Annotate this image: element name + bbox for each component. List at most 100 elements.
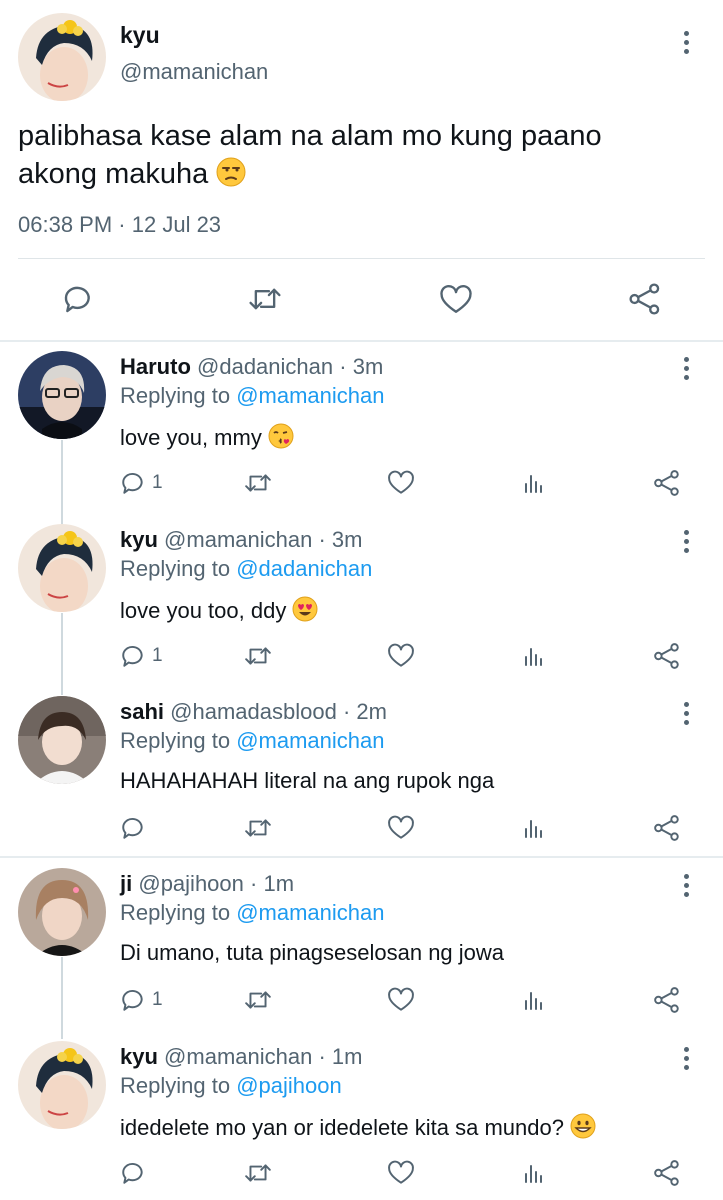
handle[interactable]: @pajihoon	[138, 871, 244, 896]
avatar[interactable]	[18, 524, 106, 612]
reply-text: love you too, ddy	[120, 596, 318, 628]
heart-icon	[388, 470, 414, 494]
handle[interactable]: @mamanichan	[164, 1044, 312, 1069]
retweet-button[interactable]	[244, 987, 272, 1013]
reply-button[interactable]	[120, 1160, 152, 1186]
display-name[interactable]: kyu	[120, 527, 158, 552]
replying-to-handle[interactable]: @mamanichan	[236, 383, 384, 408]
unamused-emoji-icon	[216, 157, 246, 197]
more-menu-button[interactable]	[676, 870, 696, 900]
views-icon	[525, 1165, 542, 1183]
handle[interactable]: @mamanichan	[120, 59, 268, 85]
more-menu-button[interactable]	[676, 27, 696, 57]
more-icon	[683, 701, 689, 707]
avatar[interactable]	[18, 868, 106, 956]
share-icon	[654, 987, 679, 1013]
display-name[interactable]: sahi	[120, 699, 164, 724]
more-menu-button[interactable]	[676, 526, 696, 556]
avatar[interactable]	[18, 696, 106, 784]
main-tweet: kyu @mamanichan palibhasa kase alam na a…	[0, 0, 723, 342]
share-button[interactable]	[628, 282, 662, 316]
share-icon	[654, 815, 679, 841]
avatar[interactable]	[18, 1041, 106, 1129]
more-icon	[683, 356, 689, 362]
avatar[interactable]	[18, 13, 106, 101]
reply-text: love you, mmy	[120, 423, 294, 455]
like-button[interactable]	[387, 643, 415, 669]
tweet-date: 12 Jul 23	[131, 212, 222, 237]
reply-button[interactable]: 1	[120, 470, 163, 496]
views-icon	[525, 648, 542, 666]
views-button[interactable]	[521, 988, 547, 1012]
replying-to-handle[interactable]: @dadanichan	[236, 556, 372, 581]
like-button[interactable]	[387, 1160, 415, 1186]
relative-time[interactable]: 2m	[356, 699, 387, 724]
share-icon	[654, 643, 679, 669]
separator: ·	[339, 354, 347, 379]
reply-icon	[64, 286, 90, 313]
reply-header: sahi @hamadasblood · 2m	[120, 699, 387, 725]
avatar[interactable]	[18, 351, 106, 439]
share-button[interactable]	[653, 814, 681, 842]
retweet-icon	[245, 647, 271, 665]
display-name[interactable]: kyu	[120, 22, 160, 49]
handle[interactable]: @mamanichan	[164, 527, 312, 552]
reply-text: Di umano, tuta pinagseselosan ng jowa	[120, 940, 504, 966]
reply-text-body: Di umano, tuta pinagseselosan ng jowa	[120, 940, 505, 965]
reply-button[interactable]: 1	[120, 643, 163, 669]
views-button[interactable]	[521, 1161, 547, 1185]
like-button[interactable]	[439, 284, 473, 316]
like-button[interactable]	[387, 987, 415, 1013]
relative-time[interactable]: 1m	[263, 871, 294, 896]
display-name[interactable]: kyu	[120, 1044, 158, 1069]
display-name[interactable]: ji	[120, 871, 132, 896]
like-button[interactable]	[387, 815, 415, 841]
views-button[interactable]	[521, 644, 547, 668]
retweet-icon	[245, 1164, 271, 1182]
display-name[interactable]: Haruto	[120, 354, 191, 379]
relative-time[interactable]: 3m	[332, 527, 363, 552]
retweet-button[interactable]	[244, 470, 272, 496]
more-icon	[683, 529, 689, 535]
relative-time[interactable]: 1m	[332, 1044, 363, 1069]
retweet-button[interactable]	[244, 1160, 272, 1186]
relative-time[interactable]: 3m	[353, 354, 384, 379]
replying-to: Replying to @dadanichan	[120, 556, 372, 582]
replying-to-handle[interactable]: @mamanichan	[236, 728, 384, 753]
replying-to-handle[interactable]: @pajihoon	[236, 1073, 342, 1098]
replying-to-label: Replying to	[120, 1073, 231, 1098]
share-button[interactable]	[653, 1159, 681, 1187]
tweet-time: 06:38 PM	[18, 212, 113, 237]
handle[interactable]: @dadanichan	[197, 354, 333, 379]
separator: ·	[342, 699, 351, 724]
share-button[interactable]	[653, 986, 681, 1014]
handle[interactable]: @hamadasblood	[170, 699, 337, 724]
reply-icon	[122, 646, 143, 667]
retweet-button[interactable]	[244, 643, 272, 669]
more-menu-button[interactable]	[676, 698, 696, 728]
like-button[interactable]	[387, 470, 415, 496]
reply-header: Haruto @dadanichan · 3m	[120, 354, 383, 380]
more-menu-button[interactable]	[676, 353, 696, 383]
views-icon	[525, 820, 542, 838]
reply-count: 1	[152, 472, 163, 493]
reply-header: kyu @mamanichan · 1m	[120, 1044, 362, 1070]
retweet-button[interactable]	[248, 283, 282, 315]
reply-button[interactable]: 1	[120, 987, 163, 1013]
share-button[interactable]	[653, 469, 681, 497]
tweet-timestamp[interactable]: 06:38 PM · 12 Jul 23	[18, 212, 221, 238]
heart-icon	[388, 815, 414, 839]
separator: ·	[118, 212, 126, 237]
views-button[interactable]	[521, 471, 547, 495]
separator: ·	[318, 527, 326, 552]
reply-button[interactable]	[120, 815, 152, 841]
retweet-button[interactable]	[244, 815, 272, 841]
share-button[interactable]	[653, 642, 681, 670]
separator: ·	[318, 1044, 326, 1069]
replying-to-handle[interactable]: @mamanichan	[236, 900, 384, 925]
reply-button[interactable]	[62, 283, 94, 315]
more-menu-button[interactable]	[676, 1043, 696, 1073]
replying-to: Replying to @mamanichan	[120, 383, 385, 409]
tweet-text-body: palibhasa kase alam na alam mo kung paan…	[18, 120, 602, 190]
views-button[interactable]	[521, 816, 547, 840]
